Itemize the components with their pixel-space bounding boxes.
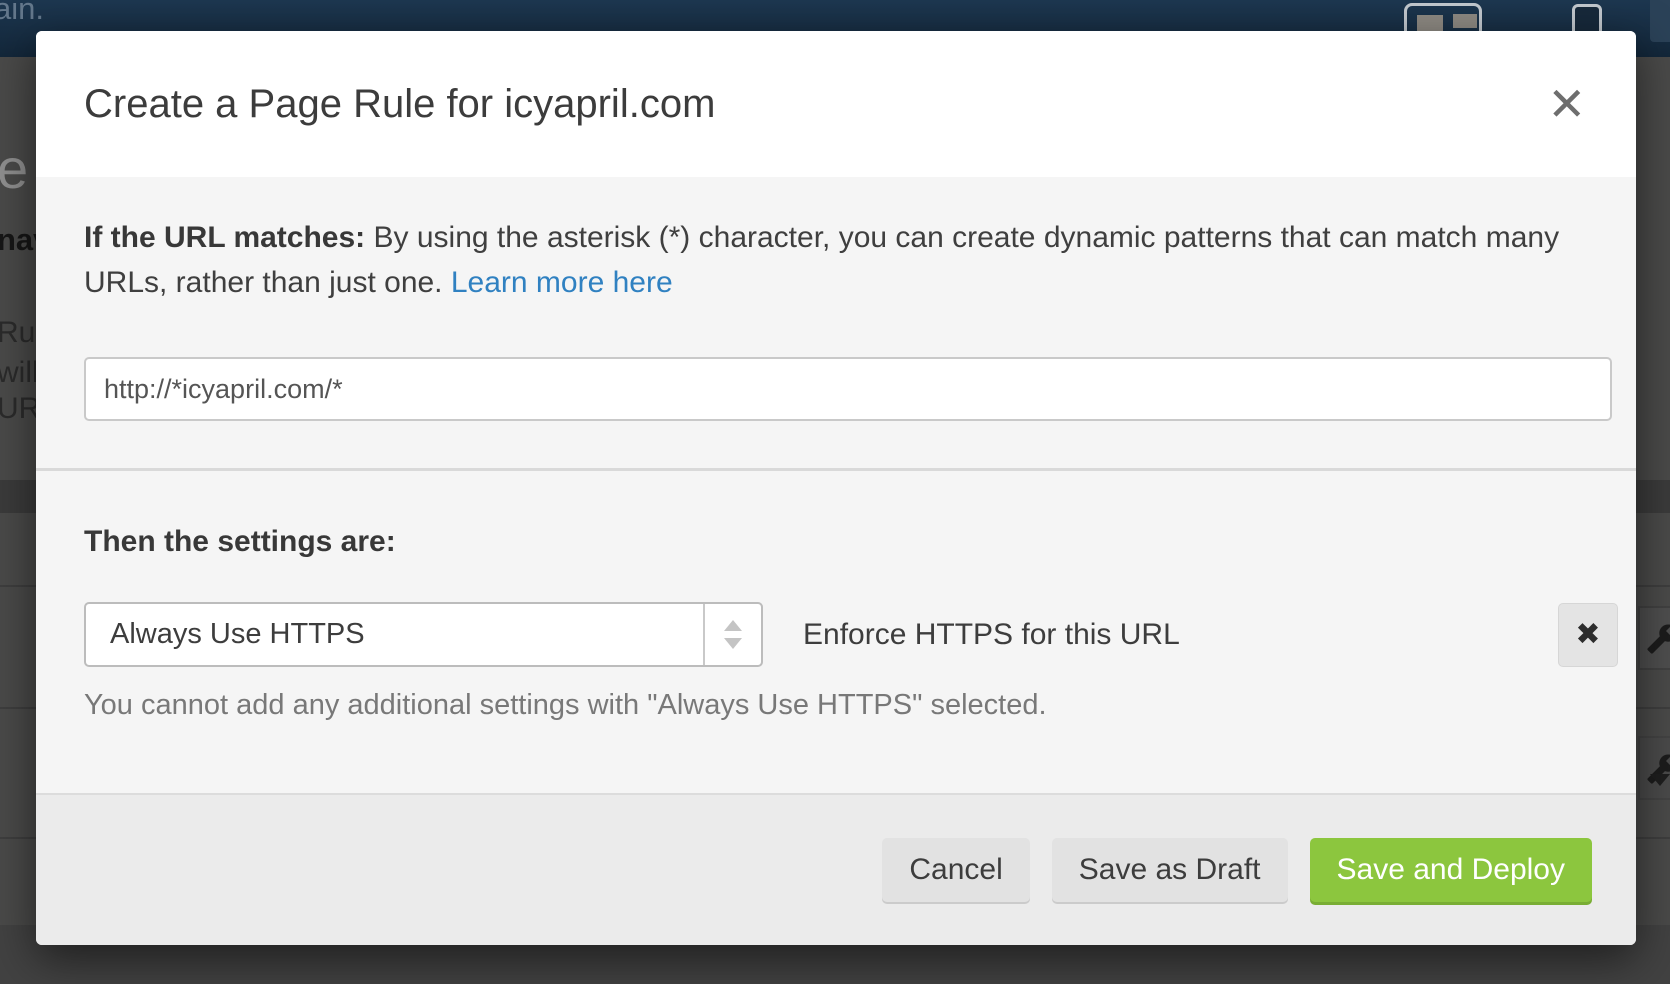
screen: ain. e nav Ru will UR Create a Page Rule…	[0, 0, 1670, 984]
arrow-up-icon	[724, 620, 742, 631]
dialog-title: Create a Page Rule for icyapril.com	[84, 82, 715, 127]
setting-row: Always Use HTTPS Enforce HTTPS for this …	[84, 602, 1618, 667]
settings-section: Then the settings are: Always Use HTTPS …	[36, 471, 1636, 793]
close-icon[interactable]: ✕	[1545, 81, 1588, 127]
dialog-footer: Cancel Save as Draft Save and Deploy	[36, 793, 1636, 945]
wrench-icon	[1638, 606, 1670, 670]
background-text-fragment: UR	[0, 392, 40, 426]
dialog-header: Create a Page Rule for icyapril.com ✕	[36, 31, 1636, 177]
chevron-down-icon	[1650, 774, 1670, 786]
cancel-button[interactable]: Cancel	[882, 838, 1029, 902]
url-match-section: If the URL matches: By using the asteris…	[36, 177, 1636, 471]
arrow-down-icon	[724, 638, 742, 649]
setting-select[interactable]: Always Use HTTPS	[84, 602, 763, 667]
background-text-fragment: Ru	[0, 316, 35, 350]
save-and-deploy-button[interactable]: Save and Deploy	[1310, 838, 1593, 902]
save-as-draft-button[interactable]: Save as Draft	[1052, 838, 1288, 902]
navbar-icon-fragment-right	[1650, 0, 1670, 42]
url-match-description: If the URL matches: By using the asteris…	[84, 215, 1564, 305]
learn-more-link[interactable]: Learn more here	[451, 266, 673, 299]
background-text-fragment: will	[0, 356, 39, 390]
settings-note: You cannot add any additional settings w…	[84, 689, 1618, 722]
wrench-icon	[1638, 736, 1670, 800]
setting-description: Enforce HTTPS for this URL	[803, 618, 1180, 652]
select-stepper-icon[interactable]	[703, 604, 761, 665]
setting-select-value: Always Use HTTPS	[86, 618, 703, 651]
background-text-fragment: e	[0, 136, 28, 201]
background-navbar-text-fragment: ain.	[0, 0, 44, 27]
url-pattern-input[interactable]	[84, 357, 1612, 421]
settings-heading: Then the settings are:	[84, 525, 1618, 559]
create-page-rule-dialog: Create a Page Rule for icyapril.com ✕ If…	[36, 31, 1636, 945]
url-match-label: If the URL matches:	[84, 221, 365, 254]
remove-setting-button[interactable]: ✖	[1558, 603, 1618, 667]
